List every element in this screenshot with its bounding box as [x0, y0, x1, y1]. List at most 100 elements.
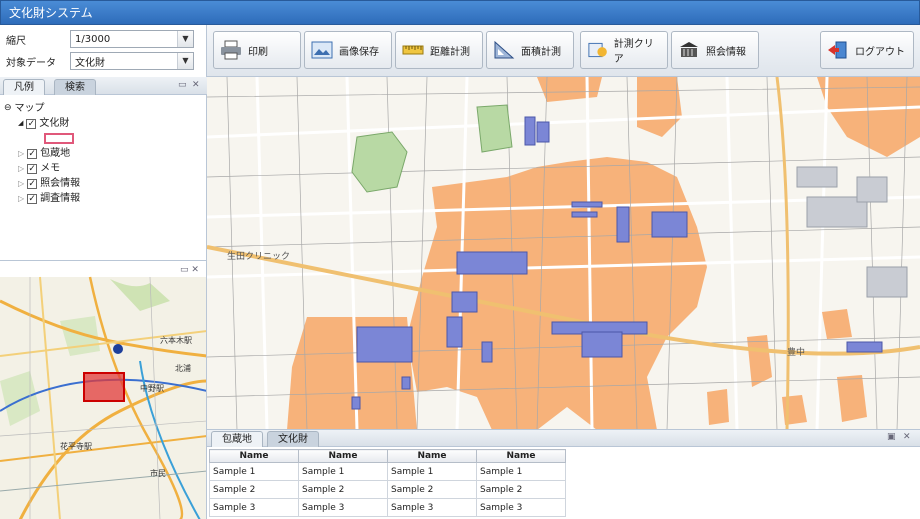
result-panel: 包蔵地 文化財 ▣ ✕ Name Name Name Name Sample 1… — [207, 430, 920, 519]
measure-distance-button[interactable]: 距離計測 — [395, 31, 483, 69]
overview-label: 六本木駅 — [160, 335, 192, 345]
column-header[interactable]: Name — [387, 449, 477, 463]
column-header[interactable]: Name — [298, 449, 388, 463]
map-label: 生田クリニック — [227, 250, 290, 262]
tree-item-label: 包蔵地 — [40, 148, 71, 159]
table-cell: Sample 2 — [387, 480, 477, 499]
logout-icon — [828, 41, 847, 59]
clear-measure-label: 計測クリア — [613, 39, 654, 65]
overview-map-image: ▭ ✕ 六本木駅 中野駅 花平寺駅 北浦 市民 — [0, 261, 206, 519]
measure-area-label: 面積計測 — [521, 46, 561, 58]
table-header-row: Name Name Name Name — [209, 449, 566, 463]
clear-measure-button[interactable]: 計測クリア — [580, 31, 668, 69]
checkbox[interactable]: ✓ — [27, 178, 38, 189]
triangle-right-icon: ▷ — [18, 179, 25, 188]
tree-item-survey[interactable]: ▷ ✓ 調査情報 — [4, 191, 80, 206]
table-cell: Sample 1 — [298, 462, 388, 481]
table-cell: Sample 3 — [476, 498, 566, 517]
map-label: 豊中 — [787, 346, 805, 358]
save-image-button[interactable]: 画像保存 — [304, 31, 392, 69]
table-row[interactable]: Sample 3 Sample 3 Sample 3 Sample 3 — [209, 498, 566, 517]
building-icon — [680, 42, 698, 57]
scale-select[interactable]: 1/3000 ▼ — [70, 30, 194, 48]
heritage-legend-swatch-row — [4, 131, 80, 146]
legend-swatch — [44, 133, 74, 144]
layer-tree: ⊖ マップ ◢ ✓ 文化財 ▷ ✓ 包蔵地 ▷ ✓ メモ ▷ ✓ 照会情報 ▷ ✓ 調査情報 — [4, 101, 80, 206]
checkbox[interactable]: ✓ — [26, 118, 37, 129]
printer-icon — [221, 40, 241, 60]
print-button[interactable]: 印刷 — [213, 31, 301, 69]
overview-label: 中野駅 — [140, 383, 164, 393]
checkbox[interactable]: ✓ — [27, 163, 38, 174]
result-tabs: 包蔵地 文化財 ▣ ✕ — [207, 430, 920, 447]
table-row[interactable]: Sample 1 Sample 1 Sample 1 Sample 1 — [209, 462, 566, 481]
tree-item-label: 照会情報 — [40, 178, 81, 189]
close-icon[interactable]: ✕ — [903, 432, 911, 442]
triangle-right-icon: ▷ — [18, 149, 25, 158]
scale-row: 縮尺 1/3000 ▼ — [6, 29, 194, 49]
checkbox[interactable]: ✓ — [27, 193, 38, 204]
measure-area-button[interactable]: 面積計測 — [486, 31, 574, 69]
save-image-label: 画像保存 — [339, 46, 379, 58]
main-map-image: 生田クリニック 豊中 — [207, 77, 920, 429]
triangle-right-icon: ▷ — [18, 194, 25, 203]
settings-panel: 縮尺 1/3000 ▼ 対象データ 文化財 ▼ — [0, 25, 207, 77]
triangle-ruler-icon — [494, 40, 515, 59]
target-value: 文化財 — [75, 57, 105, 69]
table-cell: Sample 2 — [209, 480, 299, 499]
result-table: Name Name Name Name Sample 1 Sample 1 Sa… — [209, 449, 566, 517]
column-header[interactable]: Name — [209, 449, 299, 463]
image-save-icon — [311, 41, 333, 59]
title-bar: 文化財システム — [0, 0, 920, 25]
tab-search[interactable]: 検索 — [54, 79, 96, 95]
tree-item-label: 調査情報 — [40, 193, 81, 204]
target-select[interactable]: 文化財 ▼ — [70, 52, 194, 70]
scale-label: 縮尺 — [6, 35, 26, 47]
logout-button[interactable]: ログアウト — [820, 31, 914, 69]
column-header[interactable]: Name — [476, 449, 566, 463]
legend-panel: 凡例 検索 ▭ ✕ ⊖ マップ ◢ ✓ 文化財 ▷ ✓ 包蔵地 ▷ ✓ メモ ▷ ✓ 照会情報 ▷… — [0, 77, 207, 260]
legend-tabs: 凡例 検索 ▭ ✕ — [0, 77, 207, 95]
main-map[interactable]: 生田クリニック 豊中 — [207, 77, 920, 430]
tree-item-label: メモ — [40, 163, 61, 174]
triangle-down-icon: ◢ — [18, 119, 24, 127]
scale-value: 1/3000 — [75, 33, 111, 45]
overview-map[interactable]: ▭ ✕ 六本木駅 中野駅 花平寺駅 北浦 市民 — [0, 260, 207, 519]
tab-heritage[interactable]: 文化財 — [267, 431, 319, 447]
checkbox[interactable]: ✓ — [27, 148, 38, 159]
chevron-down-icon: ▼ — [177, 31, 193, 47]
save-icon[interactable]: ▣ — [887, 432, 896, 442]
tree-root[interactable]: ⊖ マップ — [4, 101, 80, 116]
logout-label: ログアウト — [855, 46, 905, 58]
measure-distance-label: 距離計測 — [430, 46, 470, 58]
table-cell: Sample 1 — [476, 462, 566, 481]
tree-item-label: 文化財 — [39, 118, 70, 129]
meeting-info-button[interactable]: 照会情報 — [671, 31, 759, 69]
tree-item-inquiry[interactable]: ▷ ✓ 照会情報 — [4, 176, 80, 191]
restore-icon[interactable]: ▭ — [178, 80, 187, 90]
overview-label: 市民 — [150, 468, 166, 478]
viewport-highlight[interactable] — [83, 372, 125, 402]
overview-label: 北浦 — [175, 363, 191, 373]
table-cell: Sample 3 — [209, 498, 299, 517]
tree-item-memo[interactable]: ▷ ✓ メモ — [4, 161, 80, 176]
tab-legend[interactable]: 凡例 — [3, 79, 45, 95]
table-cell: Sample 1 — [209, 462, 299, 481]
table-cell: Sample 2 — [298, 480, 388, 499]
restore-icon: ▭ ✕ — [180, 265, 199, 275]
tree-item-buried[interactable]: ▷ ✓ 包蔵地 — [4, 146, 80, 161]
target-label: 対象データ — [6, 57, 56, 69]
collapse-icon: ⊖ — [4, 103, 12, 113]
table-cell: Sample 1 — [387, 462, 477, 481]
overview-label: 花平寺駅 — [60, 441, 92, 451]
window-title: 文化財システム — [9, 6, 93, 20]
print-label: 印刷 — [248, 46, 268, 58]
triangle-right-icon: ▷ — [18, 164, 25, 173]
ruler-icon — [402, 45, 424, 55]
tree-item-heritage[interactable]: ◢ ✓ 文化財 — [4, 116, 80, 131]
table-cell: Sample 3 — [387, 498, 477, 517]
tab-buried-site[interactable]: 包蔵地 — [211, 431, 263, 447]
table-row[interactable]: Sample 2 Sample 2 Sample 2 Sample 2 — [209, 480, 566, 499]
close-icon[interactable]: ✕ — [192, 80, 200, 90]
meeting-info-label: 照会情報 — [706, 46, 746, 58]
